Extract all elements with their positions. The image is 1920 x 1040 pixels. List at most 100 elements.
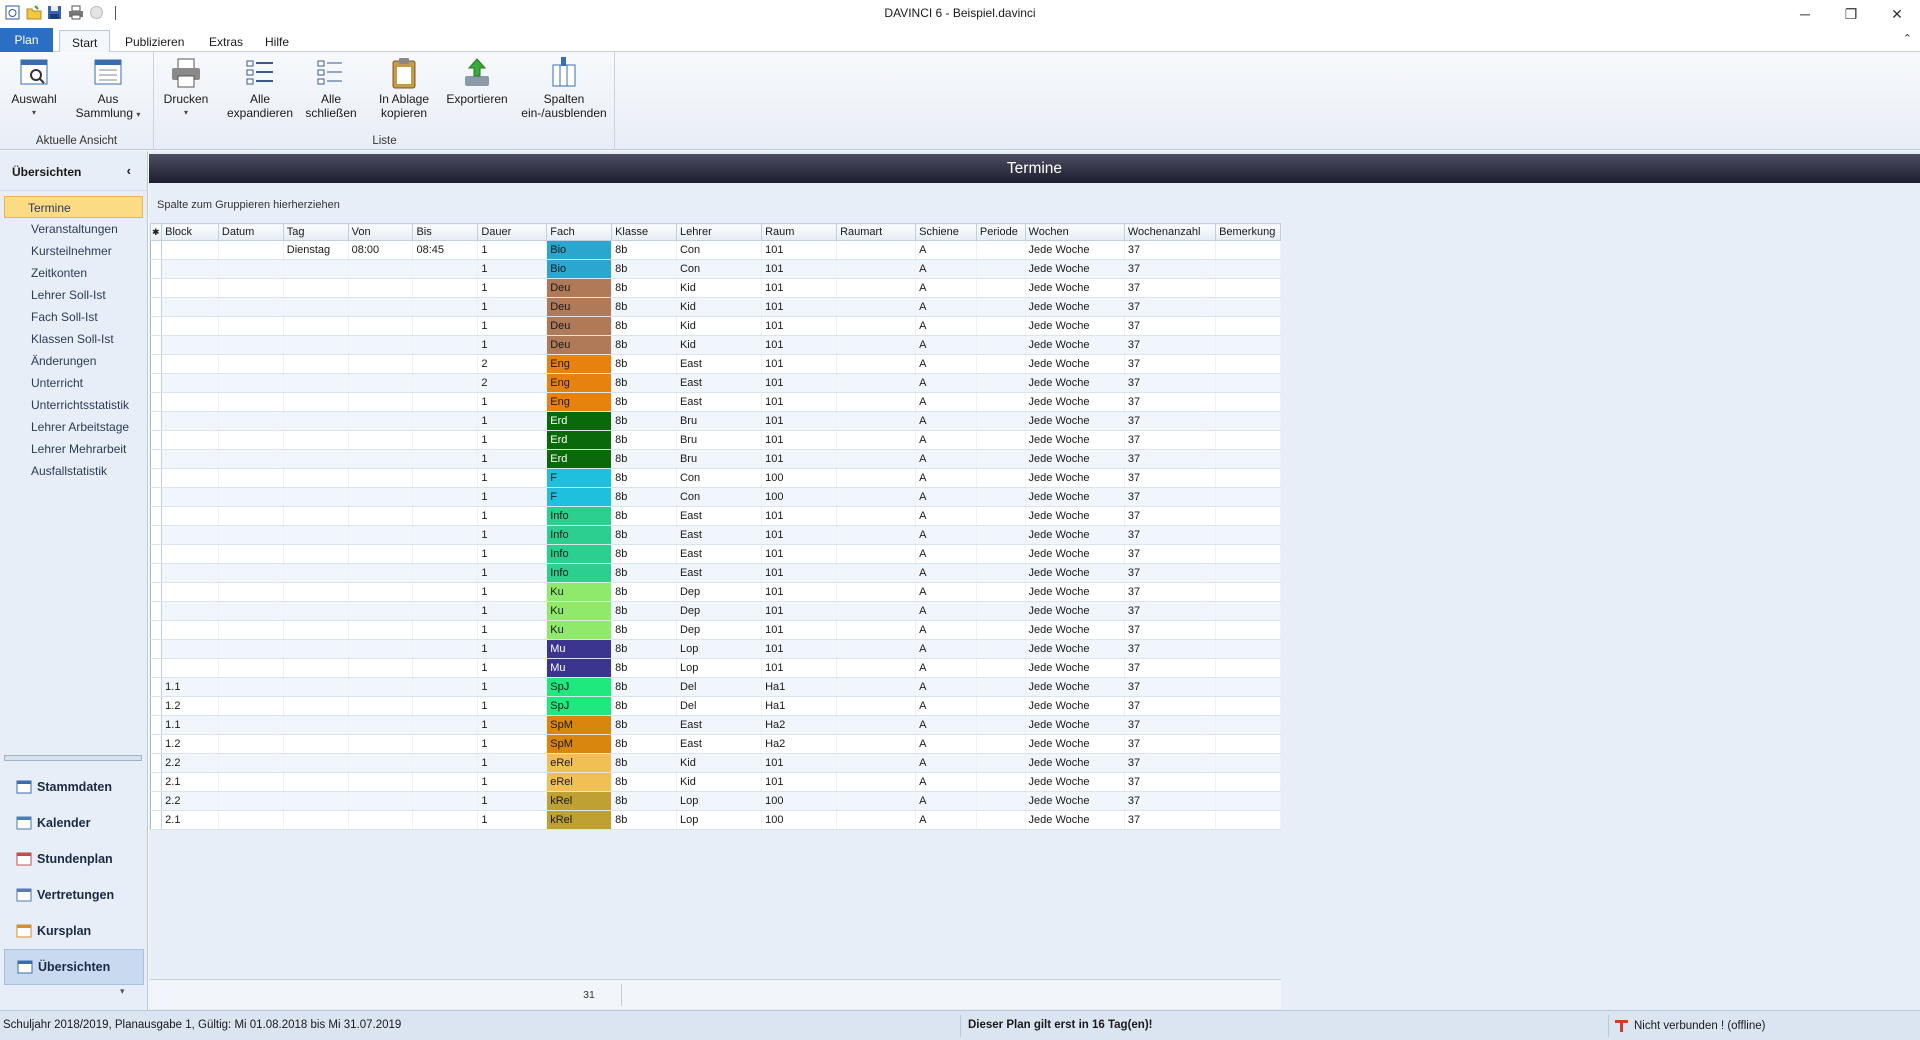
row-selector[interactable] xyxy=(150,601,163,621)
table-cell[interactable]: Ku xyxy=(546,601,613,621)
table-cell[interactable] xyxy=(412,601,479,621)
table-cell[interactable] xyxy=(976,278,1026,298)
table-cell[interactable] xyxy=(412,430,479,450)
table-row[interactable]: Dienstag 08:00 08:45 1 Bio 8b Con 101 A Jede Woch… xyxy=(150,240,1281,260)
table-cell[interactable]: 1.1 xyxy=(161,715,219,735)
table-cell[interactable]: Bru xyxy=(676,411,763,431)
table-row[interactable]: 1.1 1 SpJ 8b Del Ha1 A Jede Woche 37 xyxy=(150,677,1281,697)
table-cell[interactable]: 8b xyxy=(611,487,677,507)
table-cell[interactable] xyxy=(283,392,349,412)
table-cell[interactable] xyxy=(161,297,219,317)
table-cell[interactable]: Jede Woche xyxy=(1025,335,1125,355)
table-cell[interactable]: 8b xyxy=(611,373,677,393)
table-cell[interactable]: Jede Woche xyxy=(1025,278,1125,298)
table-cell[interactable]: Jede Woche xyxy=(1025,601,1125,621)
table-cell[interactable]: 101 xyxy=(761,506,838,526)
row-selector[interactable] xyxy=(150,373,163,393)
table-cell[interactable] xyxy=(976,411,1026,431)
table-cell[interactable]: Lop xyxy=(676,791,763,811)
table-cell[interactable] xyxy=(976,753,1026,773)
row-selector[interactable] xyxy=(150,734,163,754)
table-cell[interactable] xyxy=(161,658,219,678)
table-cell[interactable] xyxy=(348,601,414,621)
table-row[interactable]: 1 Ku 8b Dep 101 A Jede Woche 37 xyxy=(150,620,1281,640)
row-selector[interactable] xyxy=(150,411,163,431)
table-cell[interactable] xyxy=(412,563,479,583)
table-cell[interactable]: Erd xyxy=(546,449,613,469)
table-row[interactable]: 1 Erd 8b Bru 101 A Jede Woche 37 xyxy=(150,449,1281,469)
table-cell[interactable] xyxy=(976,373,1026,393)
table-cell[interactable]: 1.1 xyxy=(161,677,219,697)
table-cell[interactable]: 8b xyxy=(611,677,677,697)
table-cell[interactable]: 1 xyxy=(477,335,548,355)
table-cell[interactable] xyxy=(1215,506,1281,526)
table-row[interactable]: 1 Eng 8b East 101 A Jede Woche 37 xyxy=(150,392,1281,412)
table-cell[interactable] xyxy=(412,696,479,716)
table-cell[interactable]: 8b xyxy=(611,563,677,583)
table-cell[interactable] xyxy=(218,563,284,583)
table-row[interactable]: 2.2 1 kRel 8b Lop 100 A Jede Woche 37 xyxy=(150,791,1281,811)
table-cell[interactable]: Deu xyxy=(546,278,613,298)
sidebar-item-8[interactable]: Unterricht xyxy=(4,372,143,394)
table-cell[interactable] xyxy=(348,506,414,526)
table-cell[interactable] xyxy=(283,753,349,773)
table-cell[interactable] xyxy=(1215,563,1281,583)
table-cell[interactable] xyxy=(348,335,414,355)
table-cell[interactable] xyxy=(976,658,1026,678)
table-cell[interactable]: 1 xyxy=(477,297,548,317)
table-cell[interactable] xyxy=(412,810,479,830)
table-cell[interactable]: 37 xyxy=(1124,506,1217,526)
table-cell[interactable]: A xyxy=(915,430,977,450)
table-cell[interactable]: 37 xyxy=(1124,259,1217,279)
row-selector[interactable] xyxy=(150,449,163,469)
table-row[interactable]: 1 Mu 8b Lop 101 A Jede Woche 37 xyxy=(150,658,1281,678)
table-cell[interactable] xyxy=(218,525,284,545)
table-cell[interactable]: 37 xyxy=(1124,620,1217,640)
table-cell[interactable]: Con xyxy=(676,240,763,260)
table-cell[interactable]: 37 xyxy=(1124,639,1217,659)
table-cell[interactable]: 8b xyxy=(611,601,677,621)
table-cell[interactable] xyxy=(348,297,414,317)
table-cell[interactable]: 101 xyxy=(761,297,838,317)
table-cell[interactable]: 37 xyxy=(1124,373,1217,393)
table-cell[interactable] xyxy=(348,411,414,431)
table-cell[interactable] xyxy=(976,316,1026,336)
table-cell[interactable] xyxy=(283,297,349,317)
table-cell[interactable]: Deu xyxy=(546,297,613,317)
table-cell[interactable] xyxy=(1215,639,1281,659)
table-cell[interactable]: A xyxy=(915,316,977,336)
table-cell[interactable]: 1 xyxy=(477,392,548,412)
table-cell[interactable]: Deu xyxy=(546,335,613,355)
table-cell[interactable] xyxy=(836,582,917,602)
table-cell[interactable]: 1 xyxy=(477,468,548,488)
column-header[interactable]: Datum xyxy=(217,223,284,241)
table-cell[interactable] xyxy=(1215,525,1281,545)
table-cell[interactable]: 100 xyxy=(761,791,838,811)
table-cell[interactable] xyxy=(412,316,479,336)
row-selector[interactable] xyxy=(150,240,163,260)
row-selector[interactable] xyxy=(150,335,163,355)
table-cell[interactable]: 1 xyxy=(477,696,548,716)
row-selector[interactable] xyxy=(150,753,163,773)
table-cell[interactable]: 37 xyxy=(1124,525,1217,545)
table-cell[interactable] xyxy=(218,772,284,792)
table-row[interactable]: 1 Deu 8b Kid 101 A Jede Woche 37 xyxy=(150,316,1281,336)
table-row[interactable]: 2 Eng 8b East 101 A Jede Woche 37 xyxy=(150,373,1281,393)
table-cell[interactable]: A xyxy=(915,392,977,412)
table-cell[interactable]: 8b xyxy=(611,354,677,374)
table-cell[interactable] xyxy=(836,639,917,659)
table-cell[interactable]: 37 xyxy=(1124,563,1217,583)
table-cell[interactable] xyxy=(1215,601,1281,621)
tab-hilfe[interactable]: Hilfe xyxy=(253,30,301,52)
column-header[interactable]: Wochenanzahl xyxy=(1123,223,1217,241)
table-cell[interactable] xyxy=(348,696,414,716)
table-cell[interactable]: Con xyxy=(676,259,763,279)
row-selector[interactable] xyxy=(150,259,163,279)
table-cell[interactable] xyxy=(218,696,284,716)
table-cell[interactable] xyxy=(1215,696,1281,716)
table-cell[interactable]: Jede Woche xyxy=(1025,297,1125,317)
table-cell[interactable] xyxy=(836,430,917,450)
table-cell[interactable]: Dienstag xyxy=(283,240,349,260)
table-cell[interactable]: 37 xyxy=(1124,658,1217,678)
table-cell[interactable]: A xyxy=(915,753,977,773)
